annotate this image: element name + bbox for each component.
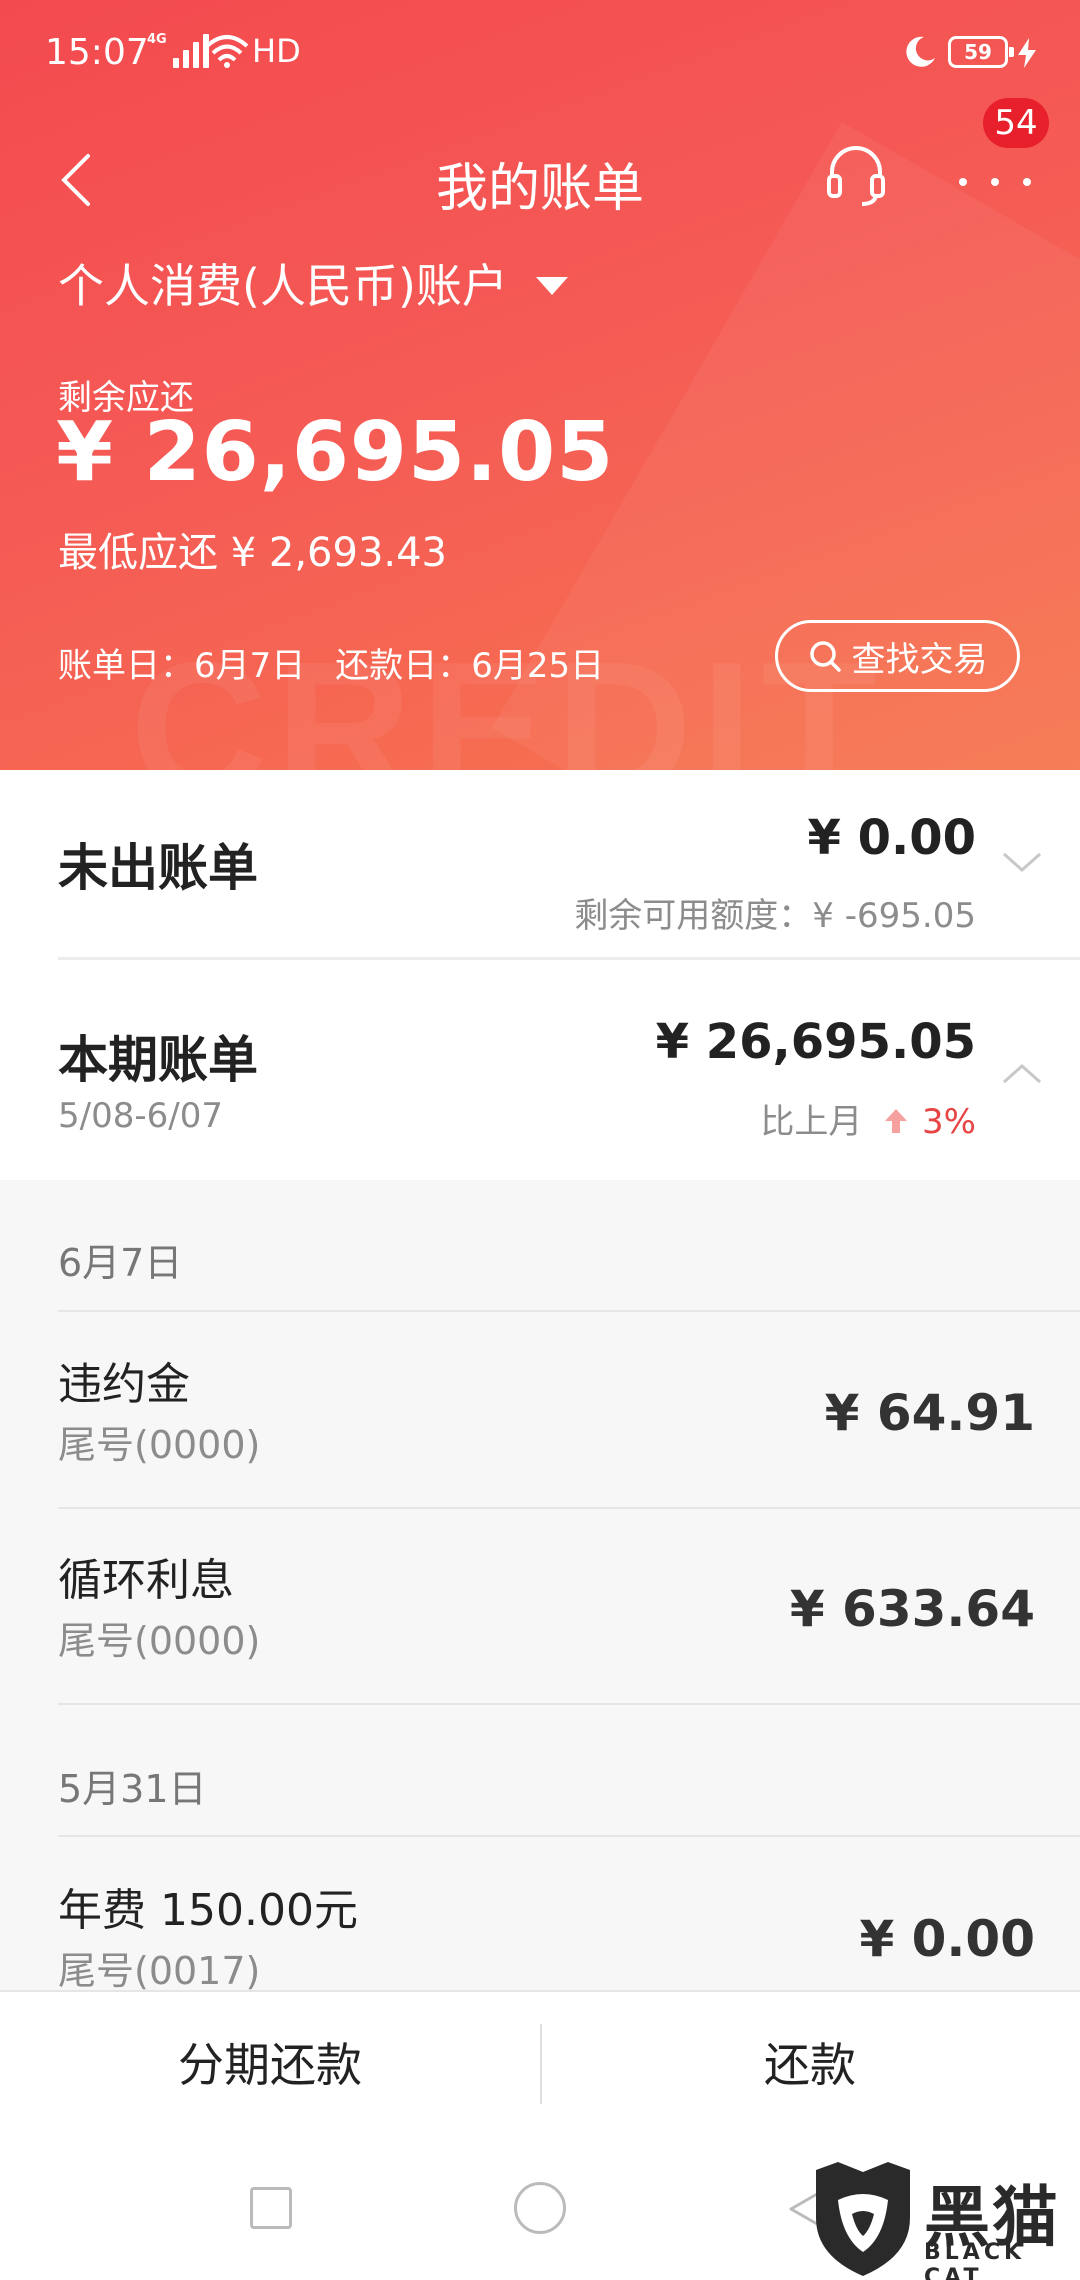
bottom-actions: 分期还款 还款 <box>0 1990 1080 2130</box>
minimum-payment: 最低应还 ¥ 2,693.43 <box>58 530 448 576</box>
due-day: 还款日：6月25日 <box>335 646 605 686</box>
chevron-up-icon[interactable] <box>1000 1052 1044 1096</box>
logo-en: BLACK CAT <box>924 2240 1026 2280</box>
transaction-name: 违约金 <box>58 1359 190 1410</box>
unbilled-amount: ¥ 0.00 <box>807 810 976 866</box>
network-type: 4G <box>147 32 167 47</box>
transaction-name: 年费 150.00元 <box>58 1885 358 1936</box>
find-transaction-button[interactable]: 查找交易 <box>775 620 1020 692</box>
headset-icon[interactable] <box>826 144 886 208</box>
date-header: 6月7日 <box>58 1241 183 1285</box>
bill-header: CREDIT 15:07 4G HD 59 我的账单 54 个人消费(人民币)账… <box>0 0 1080 770</box>
page-title: 我的账单 <box>435 159 644 219</box>
current-statement-section[interactable]: 本期账单 5/08-6/07 ¥ 26,695.05 比上月 3% <box>0 960 1080 1180</box>
repay-button[interactable]: 还款 <box>540 1992 1080 2132</box>
caret-down-icon <box>535 277 568 295</box>
month-compare: 比上月 3% <box>760 1094 976 1143</box>
chevron-down-icon[interactable] <box>1000 840 1044 884</box>
charging-icon <box>1018 38 1036 68</box>
status-bar: 15:07 4G HD 59 <box>0 0 1080 110</box>
home-icon[interactable] <box>514 2182 566 2234</box>
more-icon[interactable] <box>955 150 1035 210</box>
remaining-amount: ¥ 26,695.05 <box>56 405 615 500</box>
status-time: 15:07 <box>45 32 149 73</box>
installment-button[interactable]: 分期还款 <box>0 1992 540 2132</box>
statement-range: 5/08-6/07 <box>58 1096 223 1136</box>
notification-badge: 54 <box>983 98 1049 148</box>
cat-shield-icon <box>816 2162 910 2276</box>
transaction-amount: ¥ 633.64 <box>789 1580 1035 1638</box>
transaction-list[interactable]: 6月7日 违约金 尾号(0000) ¥ 64.91 循环利息 尾号(0000) … <box>0 1180 1080 1990</box>
wifi-icon <box>205 35 249 68</box>
row-divider <box>58 1703 1080 1705</box>
account-selector[interactable]: 个人消费(人民币)账户 <box>58 250 568 316</box>
card-tail: 尾号(0000) <box>58 1423 261 1467</box>
arrow-up-icon <box>885 1109 908 1133</box>
battery-icon: 59 <box>948 36 1014 68</box>
search-icon <box>809 641 841 672</box>
bill-dates: 账单日：6月7日 还款日：6月25日 <box>58 638 604 687</box>
recents-icon[interactable] <box>250 2187 292 2229</box>
account-name: 个人消费(人民币)账户 <box>58 259 508 313</box>
card-tail: 尾号(0017) <box>58 1949 261 1990</box>
signal-icon: 4G <box>147 32 209 68</box>
compare-label: 比上月 <box>760 1102 863 1142</box>
row-divider <box>58 1507 1080 1509</box>
find-transaction-label: 查找交易 <box>851 639 988 680</box>
current-title: 本期账单 <box>58 1031 258 1089</box>
transaction-amount: ¥ 64.91 <box>824 1384 1035 1442</box>
unbilled-title: 未出账单 <box>58 839 258 897</box>
available-credit: 剩余可用额度：¥ -695.05 <box>574 896 976 936</box>
compare-value: 3% <box>922 1102 976 1142</box>
transaction-name: 循环利息 <box>58 1555 234 1606</box>
black-cat-logo: 黑猫 BLACK CAT <box>808 2160 1080 2280</box>
moon-icon <box>906 36 935 67</box>
nav-bar: 我的账单 54 <box>0 98 1080 240</box>
date-header: 5月31日 <box>58 1767 207 1811</box>
card-tail: 尾号(0000) <box>58 1619 261 1663</box>
transaction-amount: ¥ 0.00 <box>859 1910 1035 1968</box>
current-amount: ¥ 26,695.05 <box>655 1014 976 1070</box>
statement-day: 账单日：6月7日 <box>58 646 306 686</box>
row-divider <box>58 1310 1080 1312</box>
row-divider <box>58 1835 1080 1837</box>
unbilled-section[interactable]: 未出账单 ¥ 0.00 剩余可用额度：¥ -695.05 <box>0 770 1080 958</box>
hd-indicator: HD <box>252 32 301 70</box>
